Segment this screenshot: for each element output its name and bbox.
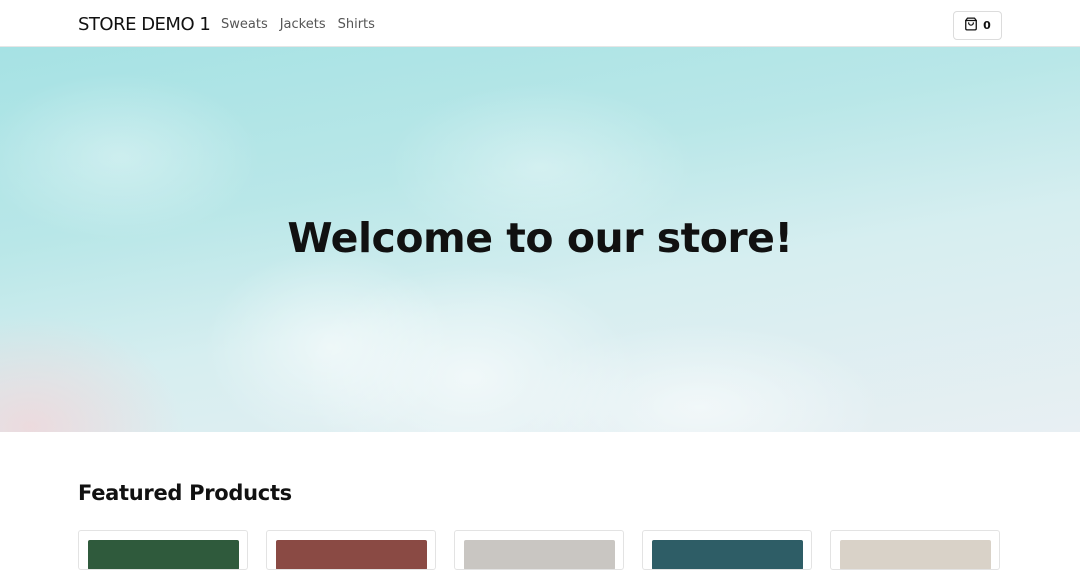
product-card[interactable]: [78, 530, 248, 570]
product-card[interactable]: [454, 530, 624, 570]
product-image: [840, 540, 991, 569]
category-nav: Sweats Jackets Shirts: [221, 17, 375, 32]
cart-count: 0: [983, 19, 991, 32]
featured-products-grid: [78, 530, 1000, 570]
cart-button[interactable]: 0: [953, 11, 1002, 40]
hero-banner: Welcome to our store!: [0, 47, 1080, 432]
product-card[interactable]: [266, 530, 436, 570]
shopping-bag-icon: [964, 16, 978, 35]
nav-link-jackets[interactable]: Jackets: [280, 17, 326, 32]
nav-link-shirts[interactable]: Shirts: [338, 17, 375, 32]
product-card[interactable]: [830, 530, 1000, 570]
product-image: [276, 540, 427, 569]
hero-title: Welcome to our store!: [287, 214, 793, 262]
product-image: [652, 540, 803, 569]
featured-products-heading: Featured Products: [78, 481, 292, 505]
nav-link-sweats[interactable]: Sweats: [221, 17, 268, 32]
top-navbar: STORE DEMO 1 Sweats Jackets Shirts 0: [0, 0, 1080, 47]
product-image: [464, 540, 615, 569]
store-logo[interactable]: STORE DEMO 1: [78, 14, 211, 35]
product-image: [88, 540, 239, 569]
product-card[interactable]: [642, 530, 812, 570]
